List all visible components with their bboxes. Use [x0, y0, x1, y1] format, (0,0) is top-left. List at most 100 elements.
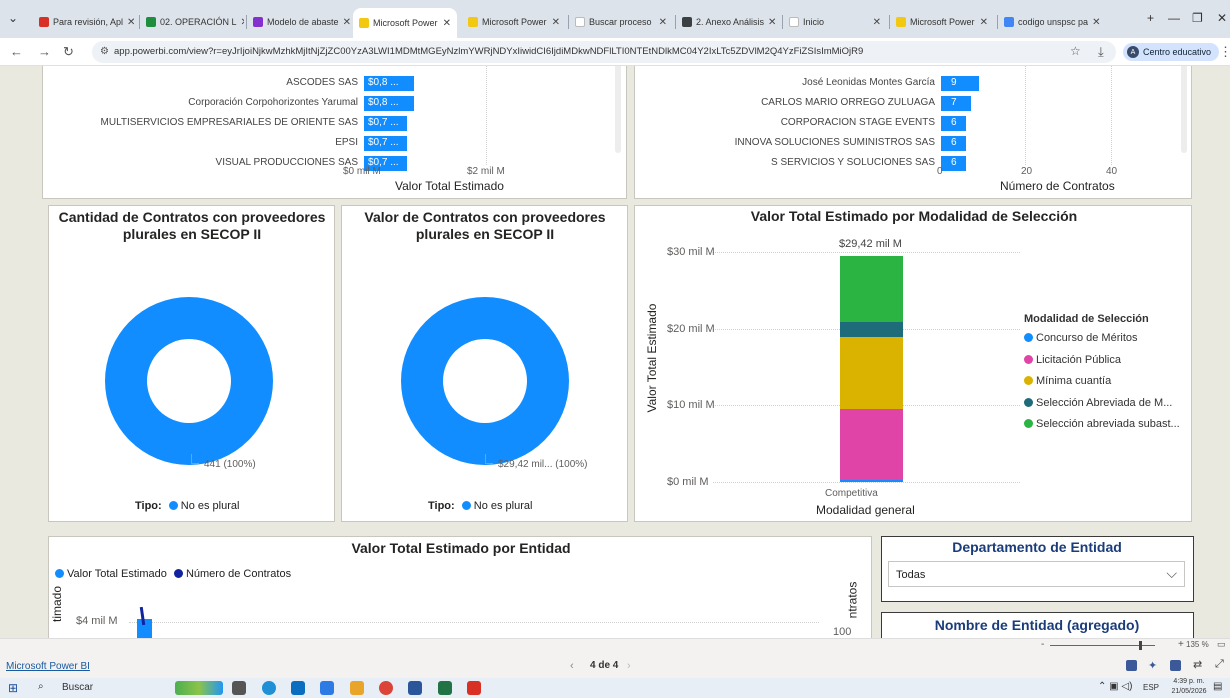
download-icon[interactable]: ⤓ [1098, 44, 1104, 60]
language-indicator[interactable]: ESP [1143, 683, 1159, 692]
widgets-icon[interactable] [175, 681, 223, 695]
url-input[interactable]: ⚙ app.powerbi.com/view?r=eyJrIjoiNjkwMzh… [92, 41, 1116, 63]
browser-tab[interactable]: Modelo de abaste ✕ [247, 9, 351, 35]
stack-segment[interactable] [840, 321, 903, 338]
clock-date[interactable]: 21/05/2026 [1169, 688, 1209, 695]
close-tab-icon[interactable]: ✕ [237, 17, 244, 28]
forward-icon[interactable]: → [38, 44, 51, 59]
entity-combo-chart[interactable]: Valor Total Estimado por Entidad Valor T… [48, 536, 872, 638]
department-dropdown[interactable]: Todas ⌵ [888, 561, 1185, 587]
stack-segment[interactable] [840, 409, 903, 481]
bar[interactable]: 7 [941, 96, 971, 111]
top-left-bar-chart[interactable]: ASCODES SAS $0,8 ... Corporación Corpohori… [42, 66, 627, 199]
browser-tab[interactable]: Microsoft Power ✕ [353, 8, 457, 38]
donut-value-card[interactable]: Valor de Contratos con proveedores plura… [341, 205, 628, 522]
legend-item[interactable]: Selección abreviada subast... [1024, 418, 1180, 440]
new-tab-button[interactable]: + [1147, 11, 1154, 25]
close-tab-icon[interactable]: ✕ [976, 17, 988, 28]
tab-search-icon[interactable]: ⌄ [8, 11, 18, 25]
clock-time[interactable]: 4:39 p. m. [1169, 678, 1209, 685]
minimize-icon[interactable]: — [1168, 11, 1180, 25]
reload-icon[interactable]: ↻ [63, 44, 74, 60]
legend-item[interactable]: Número de Contratos [186, 568, 291, 580]
menu-kebab-icon[interactable]: ⋮ [1219, 44, 1230, 60]
fullscreen-icon[interactable]: ⤢ [1215, 658, 1224, 671]
close-tab-icon[interactable]: ✕ [548, 17, 560, 28]
linkedin-share-icon[interactable] [1170, 660, 1181, 671]
legend-item[interactable]: Concurso de Méritos [1024, 332, 1180, 354]
bar[interactable]: $0,7 ... [364, 116, 408, 131]
tray-icons[interactable]: ⌃ ▣ ◁) [1098, 681, 1132, 692]
close-tab-icon[interactable]: ✕ [123, 17, 135, 28]
embed-icon[interactable]: ⇄ [1193, 658, 1202, 671]
word-icon[interactable] [408, 681, 422, 695]
powerbi-brand-link[interactable]: Microsoft Power BI [6, 661, 90, 672]
bar[interactable]: 6 [941, 116, 967, 131]
twitter-share-icon[interactable]: ✦ [1148, 659, 1157, 672]
windows-start-icon[interactable]: ⊞ [8, 681, 18, 695]
excel-icon[interactable] [438, 681, 452, 695]
taskbar-search-label[interactable]: Buscar [62, 682, 93, 693]
notifications-icon[interactable]: ▤ [1213, 681, 1222, 692]
stack-segment[interactable] [840, 256, 903, 322]
edge-icon[interactable] [262, 681, 276, 695]
close-window-icon[interactable]: ✕ [1217, 11, 1227, 25]
legend-item[interactable]: No es plural [181, 500, 240, 512]
close-tab-icon[interactable]: ✕ [439, 18, 451, 29]
donut-chart[interactable] [401, 297, 569, 465]
bar[interactable]: 6 [941, 156, 967, 171]
close-tab-icon[interactable]: ✕ [655, 17, 667, 28]
stacked-column-chart[interactable]: Valor Total Estimado por Modalidad de Se… [634, 205, 1192, 522]
profile-button[interactable]: A Centro educativo [1123, 43, 1220, 61]
store-icon[interactable] [291, 681, 305, 695]
browser-tab[interactable]: 02. OPERACIÓN L✕ [140, 9, 244, 35]
zoom-out-icon[interactable]: - [1041, 639, 1044, 650]
search-icon[interactable]: ⌕ [38, 681, 44, 692]
legend-item[interactable]: Valor Total Estimado [67, 568, 167, 580]
donut-count-card[interactable]: Cantidad de Contratos con proveedores pl… [48, 205, 335, 522]
prev-page-icon[interactable]: ‹ [570, 660, 574, 672]
explorer-icon[interactable] [350, 681, 364, 695]
bar[interactable]: $0,7 ... [364, 136, 408, 151]
bar[interactable]: $0,8 ... [364, 76, 414, 91]
browser-tab[interactable]: Microsoft Power ✕ [462, 9, 566, 35]
chrome-icon[interactable] [379, 681, 393, 695]
close-tab-icon[interactable]: ✕ [869, 17, 881, 28]
bar[interactable]: 6 [941, 136, 967, 151]
top-right-bar-chart[interactable]: José Leonidas Montes García 9 CARLOS MARIO… [634, 66, 1192, 199]
close-tab-icon[interactable]: ✕ [1088, 17, 1100, 28]
site-info-icon[interactable]: ⚙ [100, 46, 109, 57]
zoom-handle[interactable] [1139, 641, 1142, 650]
browser-tab[interactable]: 2. Anexo Análisis ✕ [676, 9, 780, 35]
legend-item[interactable]: Mínima cuantía [1024, 375, 1180, 397]
restore-icon[interactable]: ❐ [1192, 11, 1203, 25]
browser-tab[interactable]: Microsoft Power ✕ [890, 9, 994, 35]
browser-tab[interactable]: Buscar proceso ✕ [569, 9, 673, 35]
stack-segment[interactable] [840, 337, 903, 410]
stack-segment[interactable] [840, 480, 903, 483]
close-tab-icon[interactable]: ✕ [764, 17, 776, 28]
legend-item[interactable]: No es plural [474, 500, 533, 512]
legend-item[interactable]: Licitación Pública [1024, 354, 1180, 376]
bar[interactable]: $0,8 ... [364, 96, 414, 111]
scrollbar[interactable] [615, 66, 621, 153]
y-tick: $0 mil M [667, 476, 709, 488]
bookmark-star-icon[interactable]: ☆ [1070, 44, 1081, 58]
zoom-in-icon[interactable]: + [1178, 639, 1184, 650]
back-icon[interactable]: ← [10, 44, 23, 59]
close-tab-icon[interactable]: ✕ [339, 17, 351, 28]
bar[interactable]: 9 [941, 76, 980, 91]
legend-item[interactable]: Selección Abreviada de M... [1024, 397, 1180, 419]
browser-tab[interactable]: codigo unspsc pa ✕ [998, 9, 1102, 35]
legend: Tipo: No es plural [428, 500, 532, 512]
donut-chart[interactable] [105, 297, 273, 465]
browser-tab[interactable]: Para revisión, Apl ✕ [33, 9, 137, 35]
browser-tab[interactable]: Inicio ✕ [783, 9, 887, 35]
scrollbar[interactable] [1181, 66, 1187, 153]
acrobat-icon[interactable] [467, 681, 481, 695]
task-view-icon[interactable] [232, 681, 246, 695]
facebook-share-icon[interactable] [1126, 660, 1137, 671]
outlook-icon[interactable] [320, 681, 334, 695]
next-page-icon[interactable]: › [627, 660, 631, 672]
fit-page-icon[interactable]: ▭ [1217, 639, 1226, 650]
